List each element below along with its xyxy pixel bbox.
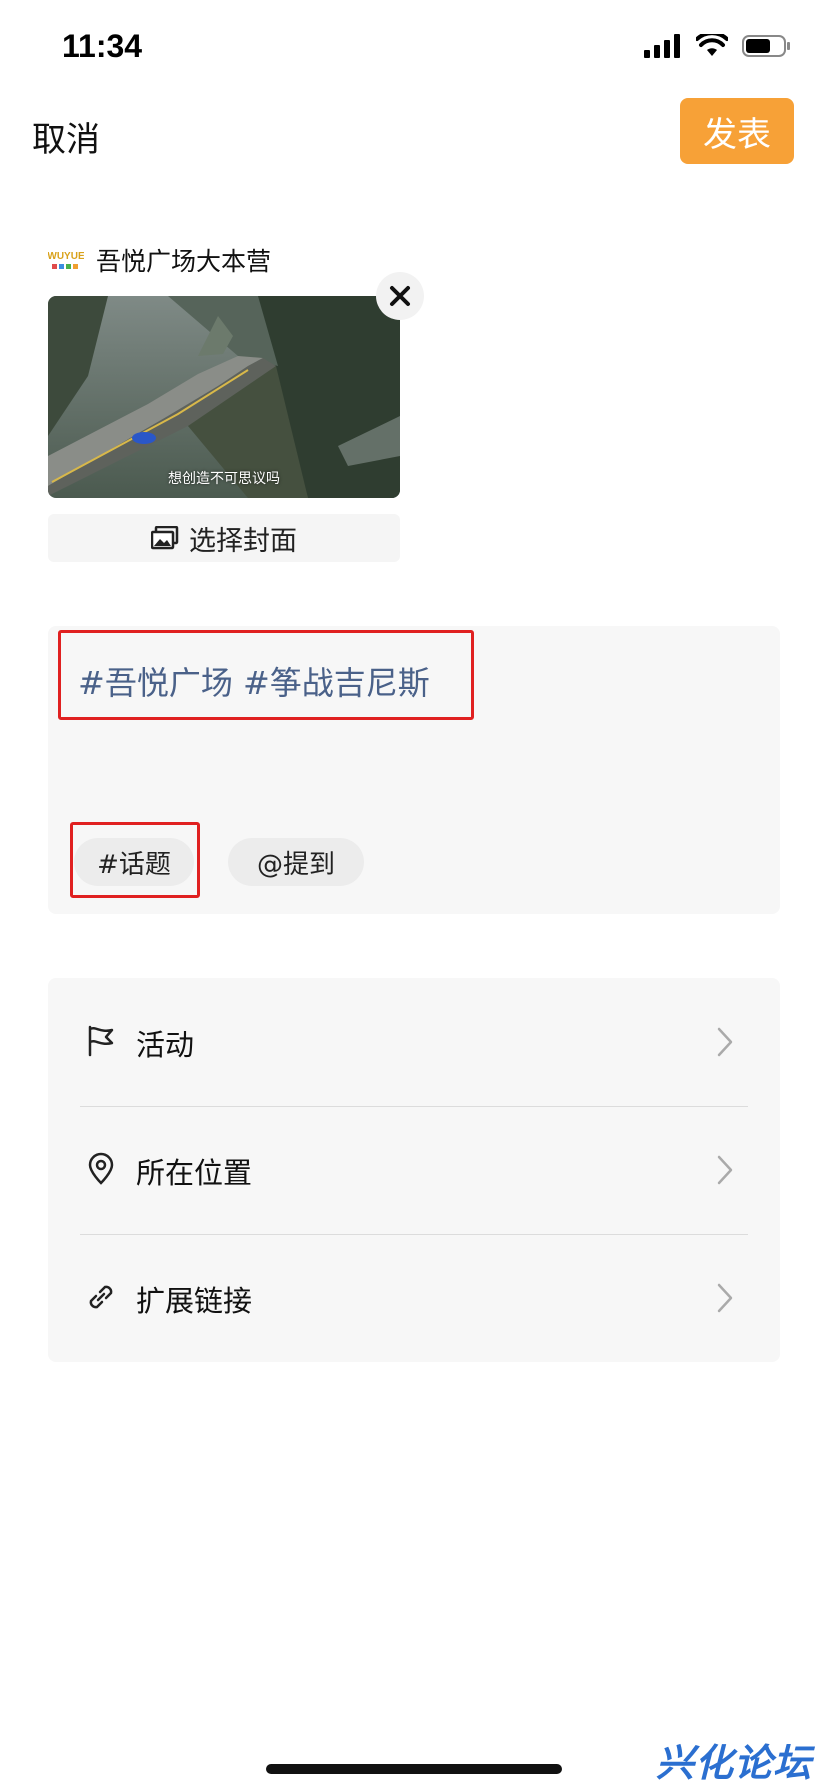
account-name: 吾悦广场大本营 xyxy=(96,247,272,276)
option-location-label: 所在位置 xyxy=(136,1156,253,1190)
post-text-panel[interactable]: #吾悦广场 #筝战吉尼斯 #话题 @提到 xyxy=(48,626,780,914)
close-icon xyxy=(390,286,410,306)
link-icon xyxy=(89,1285,113,1309)
select-cover-label: 选择封面 xyxy=(189,525,297,557)
cancel-button[interactable]: 取消 xyxy=(32,112,100,161)
flag-icon xyxy=(88,1025,114,1057)
account-logo: WUYUE xyxy=(48,246,84,274)
status-time: 11:34 xyxy=(62,28,143,64)
chevron-right-icon xyxy=(717,1283,733,1313)
signal-icon xyxy=(644,34,680,58)
options-panel: 活动 所在位置 扩展链接 xyxy=(48,978,780,1362)
chevron-right-icon xyxy=(717,1155,733,1185)
account-header: WUYUE 吾悦广场大本营 xyxy=(48,242,271,278)
remove-video-button[interactable] xyxy=(376,272,424,320)
home-indicator[interactable] xyxy=(266,1764,562,1774)
image-icon xyxy=(151,526,179,550)
option-link-label: 扩展链接 xyxy=(136,1284,253,1318)
location-pin-icon xyxy=(88,1152,114,1185)
video-caption: 想创造不可思议吗 xyxy=(168,471,280,487)
select-cover-button[interactable]: 选择封面 xyxy=(48,514,400,562)
option-activity[interactable]: 活动 xyxy=(48,978,780,1106)
wifi-icon xyxy=(696,34,728,56)
option-location[interactable]: 所在位置 xyxy=(48,1106,780,1234)
video-thumbnail[interactable]: 想创造不可思议吗 xyxy=(48,296,400,498)
topic-button[interactable]: #话题 xyxy=(74,838,194,886)
publish-button[interactable]: 发表 xyxy=(680,98,794,164)
status-icons xyxy=(644,34,792,58)
mention-button[interactable]: @提到 xyxy=(228,838,364,886)
svg-text:WUYUE: WUYUE xyxy=(48,251,84,262)
chevron-right-icon xyxy=(717,1027,733,1057)
option-activity-label: 活动 xyxy=(136,1028,195,1062)
post-text-input[interactable]: #吾悦广场 #筝战吉尼斯 xyxy=(78,658,430,704)
option-link[interactable]: 扩展链接 xyxy=(48,1234,780,1362)
battery-icon xyxy=(742,35,790,57)
watermark-logo: 兴化论坛 xyxy=(656,1741,813,1785)
